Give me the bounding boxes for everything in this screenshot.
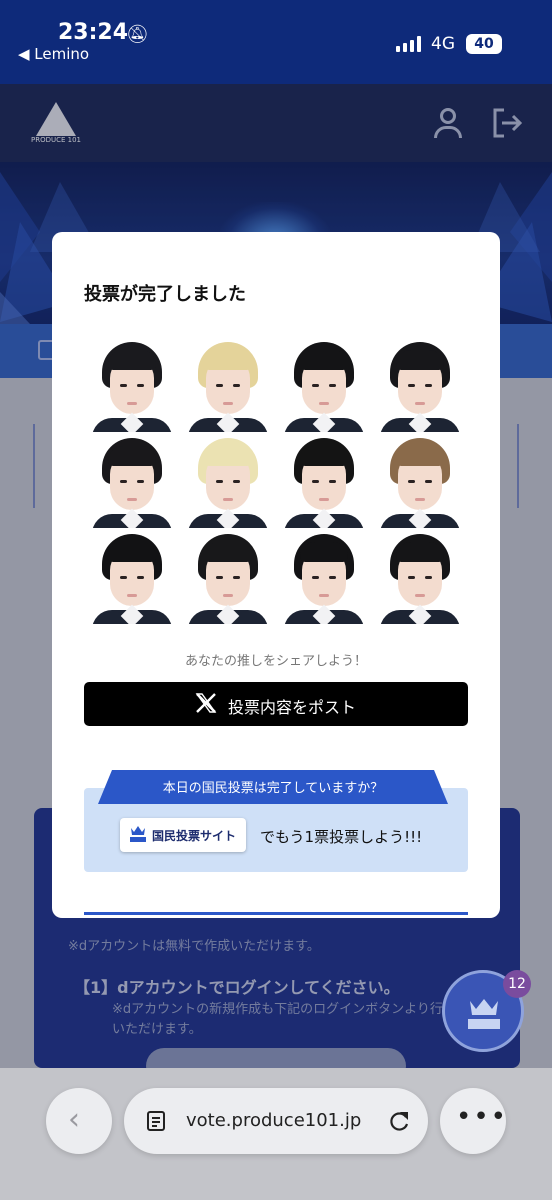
trainee-photo xyxy=(188,528,268,624)
share-prompt: あなたの推しをシェアしよう！ xyxy=(184,654,367,669)
national-vote-button-label: 国民投票サイト xyxy=(152,829,237,843)
post-to-x-button[interactable]: 投票内容をポスト xyxy=(84,682,468,726)
reload-icon[interactable] xyxy=(386,1108,412,1134)
trainee-photo xyxy=(380,528,460,624)
trainee-photo xyxy=(188,336,268,432)
national-vote-site-button[interactable]: 国民投票サイト xyxy=(120,818,246,852)
national-vote-question: 本日の国民投票は完了していますか？ xyxy=(162,781,384,796)
trainee-photo xyxy=(284,336,364,432)
fab-count-badge: 12 xyxy=(503,970,531,998)
crown-ballot-icon xyxy=(468,999,500,1029)
url-text: vote.produce101.jp xyxy=(186,1110,362,1131)
battery-icon: 40 xyxy=(466,34,502,54)
modal-title: 投票が完了しました xyxy=(84,284,246,305)
network-type: 4G xyxy=(431,34,455,54)
trainee-photo xyxy=(284,432,364,528)
browser-back-button[interactable]: ‹ xyxy=(46,1088,112,1154)
browser-toolbar: ‹ vote.produce101.jp ••• xyxy=(0,1068,552,1200)
signal-icon xyxy=(396,36,422,52)
post-button-label: 投票内容をポスト xyxy=(228,698,357,717)
trainee-photo xyxy=(284,528,364,624)
browser-more-button[interactable]: ••• xyxy=(440,1088,506,1154)
national-vote-cta: でもう1票投票しよう!!! xyxy=(260,828,423,846)
trainee-photo xyxy=(92,432,172,528)
x-logo-icon xyxy=(195,693,217,713)
trainee-photo-grid xyxy=(84,336,468,636)
trainee-photo xyxy=(188,432,268,528)
trainee-photo xyxy=(92,528,172,624)
trainee-photo xyxy=(92,336,172,432)
clock: 23:24 xyxy=(58,20,129,45)
trainee-photo xyxy=(380,336,460,432)
reader-mode-icon[interactable] xyxy=(146,1110,166,1132)
modal-bottom-divider xyxy=(84,912,468,915)
trainee-photo xyxy=(380,432,460,528)
vote-complete-modal: 投票が完了しました あなたの推しをシェアしよう！ 投票内容をポスト 本日の国民投… xyxy=(52,232,500,918)
address-bar[interactable]: vote.produce101.jp xyxy=(124,1088,428,1154)
status-bar: 23:24 🔕︎ ◀ Lemino 4G 40 xyxy=(0,0,552,84)
bell-muted-icon: 🔕︎ xyxy=(126,24,149,45)
ballot-box-icon xyxy=(130,826,146,842)
chevron-left-icon: ‹ xyxy=(68,1102,80,1137)
back-to-app-link[interactable]: ◀ Lemino xyxy=(18,45,89,63)
more-dots-icon: ••• xyxy=(456,1102,509,1132)
